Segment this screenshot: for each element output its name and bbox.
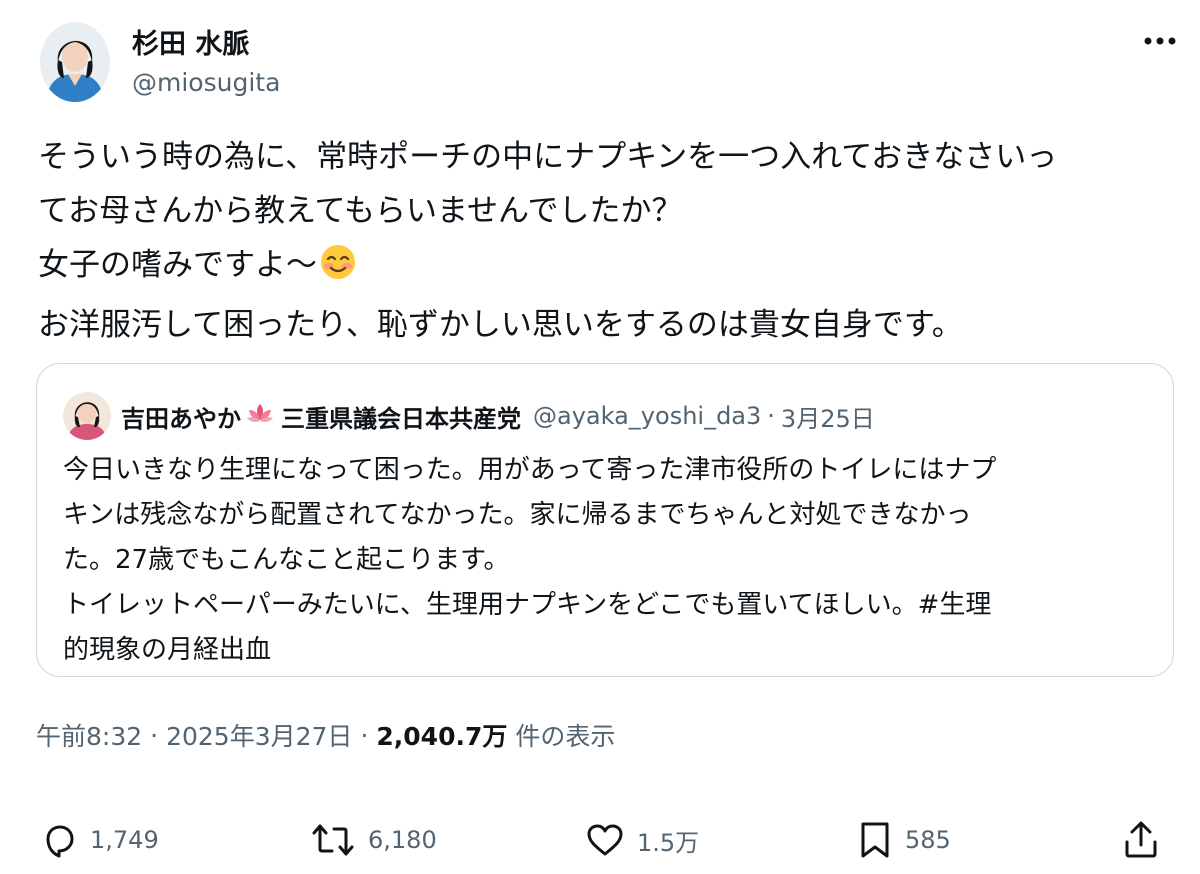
quoted-author-handle[interactable]: @ayaka_yoshi_da3 xyxy=(533,402,761,430)
tweet-line: 女子の嗜みですよ〜 xyxy=(38,238,1178,298)
more-options-button[interactable] xyxy=(1140,24,1180,58)
repost-count: 6,180 xyxy=(368,826,437,854)
bookmark-icon xyxy=(861,822,889,858)
tweet-meta: 午前8:32 · 2025年3月27日 · 2,040.7万 件の表示 xyxy=(36,713,615,757)
quoted-author-name[interactable]: 吉田あやか xyxy=(121,399,241,434)
quoted-tweet-text: 今日いきなり生理になって困った。用があって寄った津市役所のトイレにはナプ キンは… xyxy=(63,448,1153,673)
like-button[interactable]: 1.5万 xyxy=(585,812,699,868)
author-name[interactable]: 杉田 水脈 xyxy=(132,22,249,61)
tweet-line: お洋服汚して困ったり、恥ずかしい思いをするのは貴女自身です。 xyxy=(38,307,963,343)
tweet-date[interactable]: 2025年3月27日 xyxy=(166,717,352,753)
heart-icon xyxy=(587,824,623,856)
repost-button[interactable]: 6,180 xyxy=(310,812,437,868)
view-count-label: 件の表示 xyxy=(515,722,616,751)
quoted-tweet-line: トイレットペーパーみたいに、生理用ナプキンをどこでも置いてほしい。#生理 xyxy=(63,590,992,620)
lotus-icon xyxy=(245,402,275,430)
separator-dot: · xyxy=(150,720,159,750)
quoted-author-affiliation[interactable]: 三重県議会日本共産党 xyxy=(281,399,521,434)
author-avatar[interactable] xyxy=(40,22,110,102)
bookmark-button[interactable]: 585 xyxy=(857,812,951,868)
bookmark-count: 585 xyxy=(905,826,951,854)
tweet-header: 杉田 水脈 @miosugita xyxy=(40,18,1180,108)
tweet-line: そういう時の為に、常時ポーチの中にナプキンを一つ入れておきなさいっ xyxy=(38,139,1058,175)
quoted-tweet-line: 今日いきなり生理になって困った。用があって寄った津市役所のトイレにはナプ xyxy=(63,455,997,485)
tweet-line: てお母さんから教えてもらいませんでしたか？ xyxy=(38,193,683,229)
quoted-tweet[interactable]: 吉田あやか 三重県議会日本共産党 @ayaka_yoshi_da3 · 3月25… xyxy=(36,363,1174,677)
author-handle[interactable]: @miosugita xyxy=(132,68,280,97)
repost-icon xyxy=(312,824,354,856)
quoted-tweet-line: た。27歳でもこんなこと起こります。 xyxy=(63,545,510,575)
quoted-tweet-line: キンは残念ながら配置されてなかった。家に帰るまでちゃんと対処できなかっ xyxy=(63,500,972,530)
more-icon xyxy=(1144,37,1176,45)
smiling-face-emoji-icon xyxy=(319,243,357,298)
reply-count: 1,749 xyxy=(90,826,159,854)
action-bar: 1,749 6,180 1.5万 585 xyxy=(40,812,1164,868)
tweet-time[interactable]: 午前8:32 xyxy=(36,717,142,753)
quoted-tweet-line: 的現象の月経出血 xyxy=(63,635,272,665)
separator-dot: · xyxy=(360,720,369,750)
share-icon xyxy=(1125,821,1157,858)
tweet-text: そういう時の為に、常時ポーチの中にナプキンを一つ入れておきなさいっ てお母さんか… xyxy=(38,130,1178,352)
separator-dot: · xyxy=(767,402,775,430)
quoted-tweet-header: 吉田あやか 三重県議会日本共産党 @ayaka_yoshi_da3 · 3月25… xyxy=(121,396,875,436)
tweet-line-text: 女子の嗜みですよ〜 xyxy=(38,247,317,283)
view-count[interactable]: 2,040.7万 xyxy=(376,717,507,753)
reply-icon xyxy=(46,825,74,858)
like-count: 1.5万 xyxy=(637,828,700,857)
quoted-author-avatar[interactable] xyxy=(63,392,111,440)
reply-button[interactable]: 1,749 xyxy=(40,812,159,868)
share-button[interactable] xyxy=(1122,812,1160,868)
quoted-tweet-date[interactable]: 3月25日 xyxy=(781,399,875,434)
